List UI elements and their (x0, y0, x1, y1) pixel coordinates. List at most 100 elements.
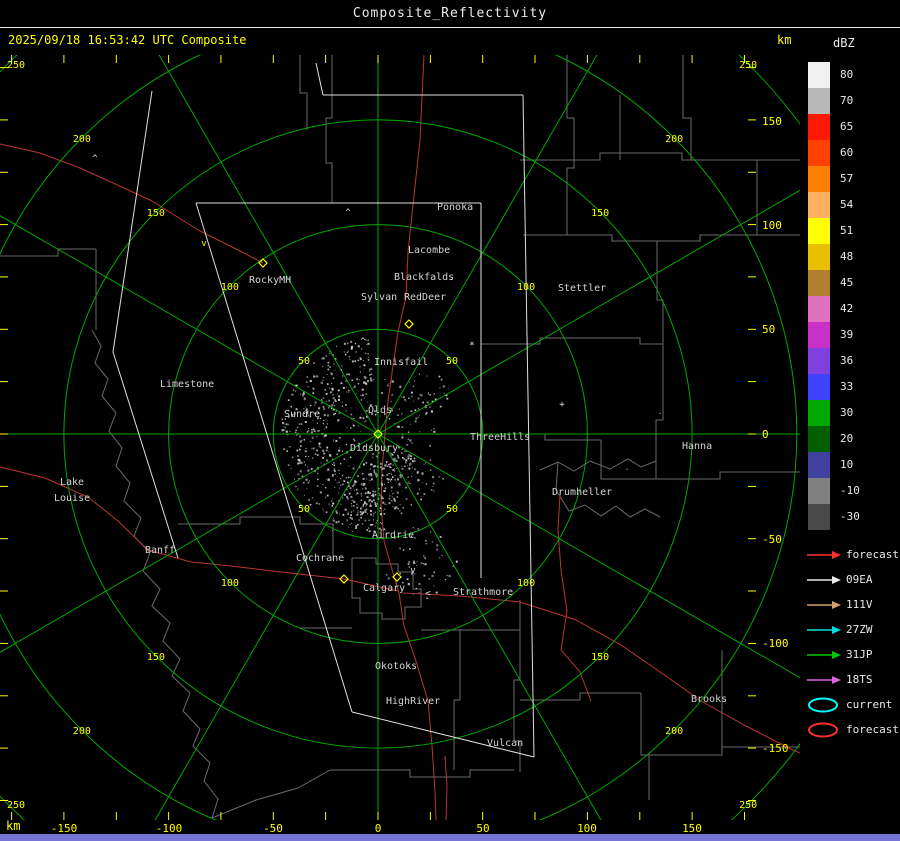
colorbar-entry: 65 (808, 114, 898, 140)
legend-item: 27ZW (806, 617, 899, 642)
colorbar-swatch (808, 296, 830, 322)
ring-label: 150 (591, 208, 609, 219)
radar-echo (345, 386, 347, 388)
radar-echo (394, 479, 396, 481)
radar-echo (290, 405, 292, 408)
azimuth-spoke (377, 433, 800, 679)
radar-echo (319, 491, 322, 494)
radar-echo (418, 414, 420, 416)
radar-echo (360, 399, 363, 401)
radar-echo (330, 500, 333, 502)
radar-echo (372, 519, 374, 521)
radar-echo (310, 441, 312, 442)
map-symbol: ^ (360, 337, 366, 347)
radar-echo (374, 493, 377, 496)
colorbar-value: 20 (840, 432, 854, 445)
radar-echo (298, 459, 301, 462)
radar-echo (331, 505, 333, 507)
radar-echo (399, 547, 401, 550)
radar-echo (384, 379, 386, 380)
radar-echo (322, 508, 324, 510)
radar-echo (387, 465, 389, 467)
radar-echo (381, 474, 384, 477)
radar-echo (422, 563, 425, 565)
radar-echo (385, 461, 388, 463)
radar-echo (285, 423, 288, 426)
city-label: Olds (368, 405, 392, 416)
azimuth-spoke (0, 433, 379, 653)
ring-label: 250 (739, 60, 757, 71)
radar-echo (383, 513, 386, 515)
legend-label: forecast (846, 548, 899, 561)
radar-echo (334, 486, 336, 488)
radar-echo (407, 583, 410, 586)
radar-echo (350, 477, 351, 478)
radar-echo (331, 408, 333, 410)
radar-echo (339, 472, 340, 474)
radar-echo (345, 444, 347, 446)
radar-echo (408, 467, 411, 470)
city-label: Sundre (284, 409, 320, 420)
radar-echo (295, 429, 297, 432)
radar-echo (349, 487, 352, 489)
radar-echo (308, 455, 310, 457)
radar-echo (409, 462, 412, 465)
radar-echo (334, 470, 336, 472)
radar-echo (354, 440, 356, 442)
county-boundary (211, 769, 331, 819)
highway (444, 755, 448, 821)
radar-echo (411, 410, 413, 412)
radar-echo (433, 490, 435, 492)
radar-echo (287, 399, 290, 401)
legend-label: 09EA (846, 573, 873, 586)
radar-echo (354, 489, 356, 491)
radar-echo (336, 482, 338, 484)
radar-echo (344, 508, 347, 511)
radar-echo (297, 462, 300, 465)
radar-echo (363, 463, 365, 466)
radar-echo (365, 393, 368, 395)
map-symbol: ^ (345, 208, 351, 218)
radar-echo (335, 521, 338, 524)
radar-echo (360, 517, 362, 519)
radar-echo (422, 401, 425, 404)
ring-label: 200 (73, 134, 91, 145)
radar-echo (386, 478, 389, 480)
ring-label: 50 (298, 504, 310, 515)
radar-echo (356, 503, 358, 505)
radar-echo (311, 429, 313, 431)
radar-echo (414, 409, 417, 412)
radar-echo (363, 381, 366, 384)
radar-echo (332, 394, 334, 396)
radar-echo (352, 485, 354, 487)
radar-echo (364, 519, 367, 522)
radar-echo (328, 503, 330, 505)
radar-echo (332, 464, 333, 466)
colorbar-entry: 80 (808, 62, 898, 88)
radar-echo (426, 375, 428, 377)
colorbar-entry: 51 (808, 218, 898, 244)
radar-echo (429, 406, 431, 408)
colorbar-entry: 30 (808, 400, 898, 426)
radar-echo (334, 405, 335, 407)
radar-echo (301, 462, 303, 464)
radar-echo (394, 468, 395, 470)
ring-label: 100 (517, 282, 535, 293)
radar-echo (364, 397, 366, 399)
radar-echo (342, 513, 345, 516)
map-symbol: ^ (92, 154, 98, 164)
radar-echo (401, 436, 404, 439)
radar-echo (442, 385, 445, 388)
legend-label: forecast (846, 723, 899, 736)
radar-echo (350, 511, 353, 513)
radar-echo (401, 465, 403, 467)
radar-echo (404, 399, 406, 401)
horizontal-scrollbar[interactable] (0, 834, 900, 841)
radar-echo (365, 505, 367, 507)
radar-echo (401, 467, 404, 470)
radar-echo (405, 401, 407, 402)
radar-echo (436, 548, 439, 551)
radar-echo (446, 574, 448, 577)
radar-echo (364, 487, 367, 490)
ring-label: 200 (665, 134, 683, 145)
